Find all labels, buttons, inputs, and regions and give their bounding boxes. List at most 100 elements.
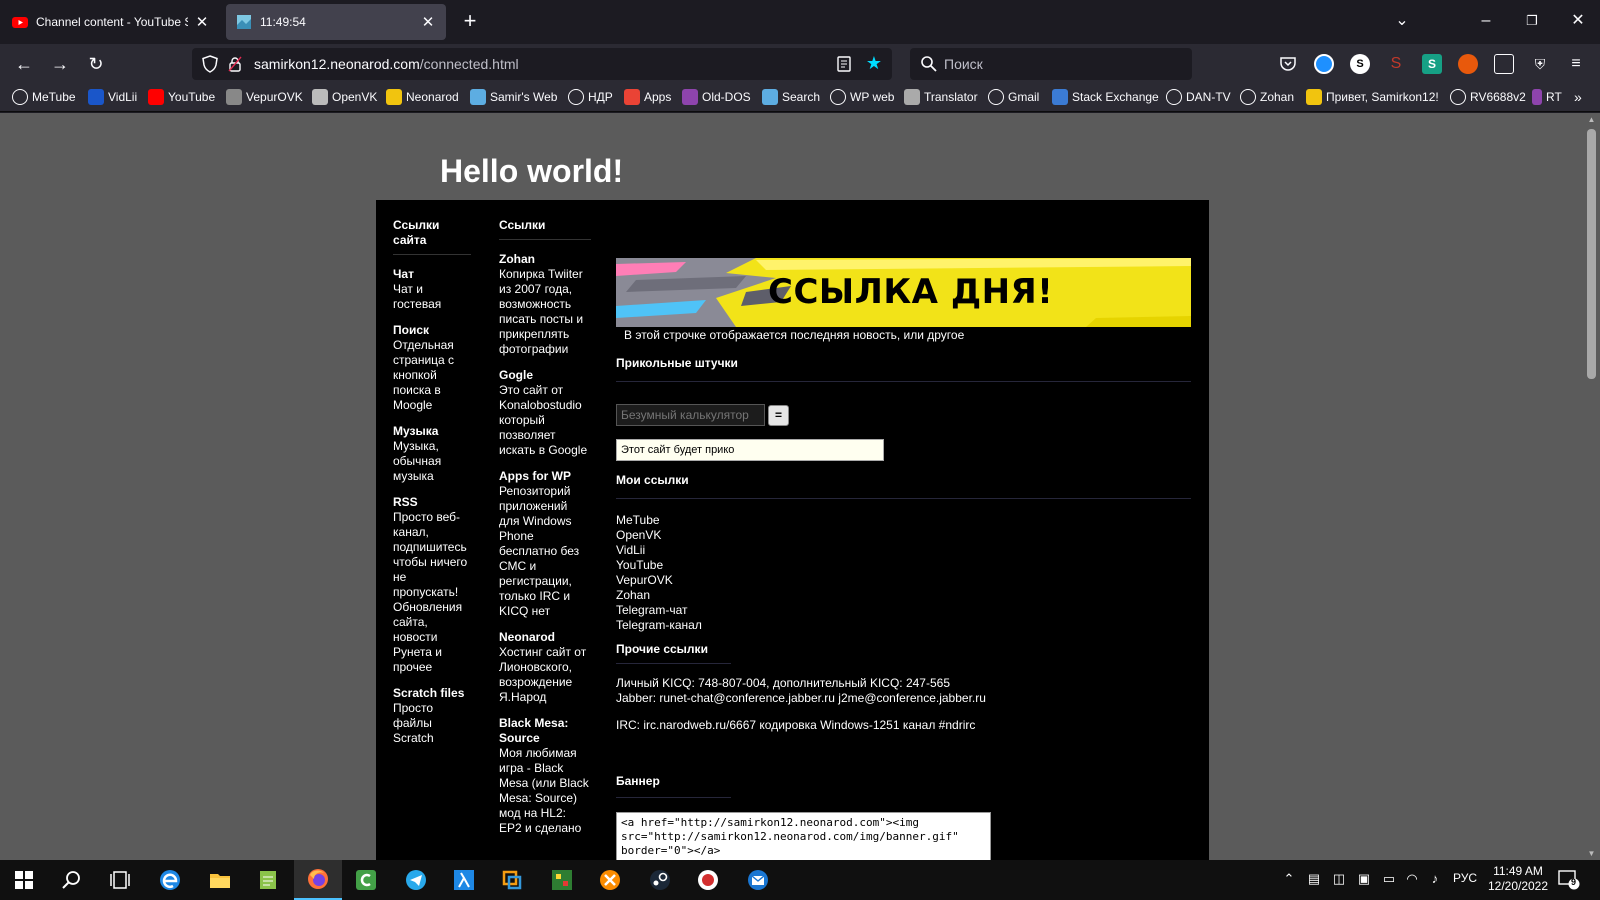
bookmark-item[interactable]: Zohan: [1240, 89, 1294, 105]
my-link-openvk[interactable]: OpenVK: [616, 528, 702, 543]
banner-code-textarea[interactable]: <a href="http://samirkon12.neonarod.com"…: [616, 812, 991, 860]
site-link-search[interactable]: Поиск Отдельная страница с кнопкой поиска…: [393, 323, 471, 413]
close-window-icon[interactable]: ✕: [1566, 8, 1590, 34]
clock[interactable]: 11:49 AM 12/20/2022: [1483, 864, 1553, 894]
pocket-icon[interactable]: [1278, 54, 1298, 74]
bookmark-item[interactable]: DAN-TV: [1166, 89, 1231, 105]
start-icon[interactable]: [0, 860, 48, 900]
menu-icon[interactable]: ≡: [1566, 54, 1586, 74]
tab-youtube-studio[interactable]: Channel content - YouTube Studio ✕: [2, 4, 220, 40]
extension-s-icon[interactable]: S: [1350, 54, 1370, 74]
task-view-icon[interactable]: [96, 860, 144, 900]
bookmark-item[interactable]: VidLii: [88, 89, 137, 105]
minimize-icon[interactable]: –: [1474, 8, 1498, 34]
close-tab-icon[interactable]: ✕: [420, 13, 436, 31]
new-tab-icon[interactable]: +: [458, 10, 482, 34]
link-zohan[interactable]: Zohan Копирка Twiiter из 2007 года, возмо…: [499, 252, 591, 357]
bookmark-item[interactable]: MeTube: [12, 89, 76, 105]
bookmark-item[interactable]: VepurOVK: [226, 89, 303, 105]
extension-orange-icon[interactable]: [1458, 54, 1478, 74]
bookmark-item[interactable]: Gmail: [988, 89, 1039, 105]
language-indicator[interactable]: РУС: [1453, 871, 1477, 885]
calculate-button[interactable]: =: [768, 405, 789, 426]
bookmark-item[interactable]: YouTube: [148, 89, 215, 105]
site-link-scratch[interactable]: Scratch files Просто файлы Scratch: [393, 686, 471, 746]
restore-icon[interactable]: ❐: [1520, 8, 1544, 34]
close-tab-icon[interactable]: ✕: [194, 13, 210, 31]
bookmark-item[interactable]: Apps: [624, 89, 671, 105]
bookmark-item[interactable]: Neonarod: [386, 89, 459, 105]
bookmarks-overflow-icon[interactable]: »: [1574, 89, 1582, 105]
volume-icon[interactable]: ♪: [1426, 870, 1444, 888]
bookmark-item[interactable]: RT: [1532, 89, 1562, 105]
bookmark-item[interactable]: Привет, Samirkon12!: [1306, 89, 1439, 105]
mail-icon[interactable]: [734, 860, 782, 900]
extension-window-icon[interactable]: [1494, 54, 1514, 74]
address-bar[interactable]: samirkon12.neonarod.com/connected.html ★: [192, 48, 892, 80]
edge-icon[interactable]: [146, 860, 194, 900]
calculator-input[interactable]: [616, 404, 765, 426]
tray-display-icon[interactable]: ▣: [1355, 870, 1373, 888]
vmware-icon[interactable]: [488, 860, 536, 900]
scroll-down-icon[interactable]: ▼: [1586, 849, 1597, 858]
battery-icon[interactable]: ▭: [1380, 870, 1398, 888]
lock-icon[interactable]: [228, 56, 242, 72]
extension-green-s-icon[interactable]: S: [1422, 54, 1442, 74]
firefox-icon[interactable]: [294, 860, 342, 900]
tab-active[interactable]: 11:49:54 ✕: [226, 4, 446, 40]
lambda-icon[interactable]: [440, 860, 488, 900]
my-link-zohan[interactable]: Zohan: [616, 588, 702, 603]
bookmark-item[interactable]: Old-DOS: [682, 89, 751, 105]
my-link-youtube[interactable]: YouTube: [616, 558, 702, 573]
link-neonarod[interactable]: Neonarod Хостинг сайт от Лионовского, воз…: [499, 630, 591, 705]
bookmark-item[interactable]: Samir's Web: [470, 89, 557, 105]
scroll-thumb[interactable]: [1587, 129, 1596, 379]
forward-icon[interactable]: →: [48, 52, 72, 76]
link-of-day-banner[interactable]: ССЫЛКА ДНЯ!: [616, 258, 1191, 327]
notification-center-icon[interactable]: 9: [1558, 870, 1580, 890]
notepad-icon[interactable]: [244, 860, 292, 900]
tray-overflow-icon[interactable]: ⌃: [1280, 870, 1298, 888]
bookmark-item[interactable]: Stack Exchange: [1052, 89, 1159, 105]
steam-icon[interactable]: [636, 860, 684, 900]
bookmark-item[interactable]: RV6688v2: [1450, 89, 1526, 105]
vertical-scrollbar[interactable]: ▲ ▼: [1583, 113, 1600, 860]
search-bar[interactable]: Поиск: [910, 48, 1192, 80]
explorer-icon[interactable]: [196, 860, 244, 900]
my-link-telegram-channel[interactable]: Telegram-канал: [616, 618, 702, 633]
extension-shield-icon[interactable]: ⛨: [1530, 54, 1550, 74]
game-icon[interactable]: [538, 860, 586, 900]
bookmark-item[interactable]: Translator: [904, 89, 978, 105]
url-text[interactable]: samirkon12.neonarod.com/connected.html: [254, 56, 519, 72]
my-link-telegram-chat[interactable]: Telegram-чат: [616, 603, 702, 618]
extension-blue-icon[interactable]: [1314, 54, 1334, 74]
bookmark-star-icon[interactable]: ★: [866, 53, 882, 74]
my-link-vidlii[interactable]: VidLii: [616, 543, 702, 558]
link-black-mesa[interactable]: Black Mesa: Source Моя любимая игра - Bla…: [499, 716, 591, 836]
site-link-chat[interactable]: Чат Чат и гостевая: [393, 267, 471, 312]
wifi-icon[interactable]: ◠: [1403, 870, 1421, 888]
extension-s-red-icon[interactable]: S: [1386, 54, 1406, 74]
tab-list-icon[interactable]: ⌄: [1390, 8, 1414, 34]
reader-view-icon[interactable]: [836, 55, 852, 73]
reload-icon[interactable]: ↻: [84, 52, 108, 76]
telegram-icon[interactable]: [392, 860, 440, 900]
bookmark-item[interactable]: WP web: [830, 89, 894, 105]
my-link-vepurovk[interactable]: VepurOVK: [616, 573, 702, 588]
app-c-icon[interactable]: [342, 860, 390, 900]
tray-device-icon[interactable]: ▤: [1305, 870, 1323, 888]
bookmark-item[interactable]: OpenVK: [312, 89, 377, 105]
search-icon[interactable]: [48, 860, 96, 900]
bookmark-item[interactable]: Search: [762, 89, 820, 105]
link-apps-wp[interactable]: Apps for WP Репозиторий приложений для Wi…: [499, 469, 591, 619]
tray-camera-icon[interactable]: ◫: [1330, 870, 1348, 888]
record-icon[interactable]: [684, 860, 732, 900]
site-link-rss[interactable]: RSS Просто веб-канал, подпишитесь чтобы н…: [393, 495, 471, 675]
back-icon[interactable]: ←: [12, 52, 36, 76]
site-link-music[interactable]: Музыка Музыка, обычная музыка: [393, 424, 471, 484]
shield-icon[interactable]: [202, 55, 218, 73]
bookmark-item[interactable]: НДР: [568, 89, 613, 105]
link-gogle[interactable]: Gogle Это сайт от Konalobostudio который …: [499, 368, 591, 458]
app-x-icon[interactable]: [586, 860, 634, 900]
my-link-metube[interactable]: MeTube: [616, 513, 702, 528]
